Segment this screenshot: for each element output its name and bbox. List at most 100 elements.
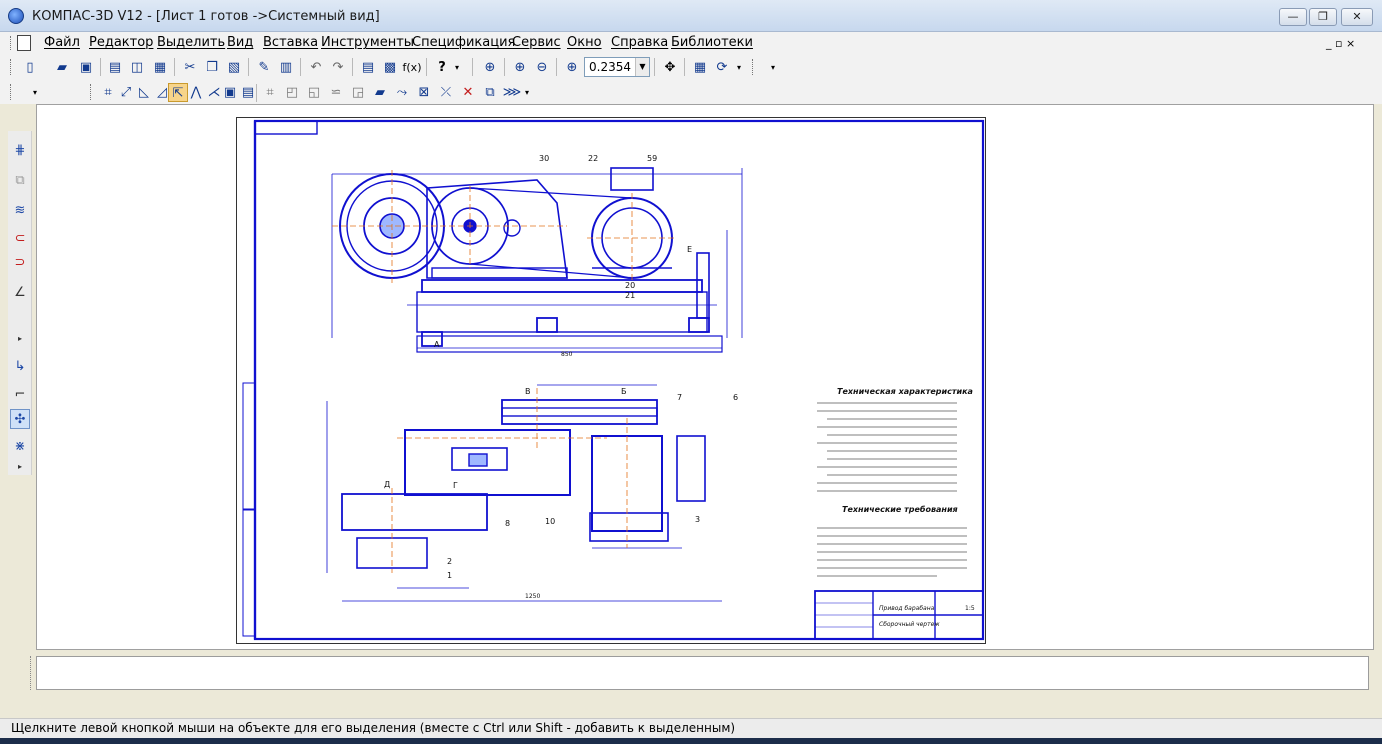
kompas-app-icon[interactable] bbox=[8, 8, 24, 24]
leader-label: 6 bbox=[733, 393, 738, 402]
measure-icon[interactable]: ∠ bbox=[10, 283, 30, 303]
select-cut-icon[interactable]: ⤢ bbox=[116, 83, 136, 102]
os-taskbar bbox=[0, 738, 1382, 744]
window-title: КОМПАС-3D V12 - [Лист 1 готов ->Системны… bbox=[32, 9, 380, 24]
refresh-icon[interactable]: ⟳ bbox=[712, 58, 732, 77]
toolbar-overflow-icon[interactable]: ▾ bbox=[734, 58, 744, 77]
select-active-icon[interactable]: ⇱ bbox=[168, 83, 188, 102]
select-layer-icon[interactable]: ◺ bbox=[134, 83, 154, 102]
context-help-icon[interactable]: ? bbox=[432, 58, 452, 77]
toolbar-grip[interactable] bbox=[90, 84, 93, 100]
separator bbox=[684, 58, 685, 76]
spec-icon[interactable]: ↳ bbox=[10, 357, 30, 377]
title-block-doc-type: Сборочный чертеж bbox=[879, 621, 940, 628]
select-view-icon[interactable]: ▣ bbox=[220, 83, 240, 102]
parametrization-icon[interactable]: ⊃ bbox=[10, 253, 30, 273]
tech-char-title: Техническая характеристика bbox=[837, 387, 973, 396]
designations-icon[interactable]: ≋ bbox=[10, 201, 30, 221]
manager-icon[interactable]: ▤ bbox=[358, 58, 378, 77]
expand-arrow-icon[interactable]: ▸ bbox=[10, 329, 30, 349]
reports-icon[interactable]: ⌐ bbox=[10, 385, 30, 405]
delete-selection-icon[interactable]: ✕ bbox=[458, 83, 478, 102]
menu-insert[interactable]: Вставка bbox=[263, 35, 318, 50]
deselect-style-icon[interactable]: ◲ bbox=[348, 83, 368, 102]
expand-more-icon[interactable]: ▸ bbox=[10, 457, 30, 477]
menu-libraries[interactable]: Библиотеки bbox=[671, 35, 753, 50]
deselect-all-icon[interactable]: ⤫ bbox=[436, 83, 456, 102]
menu-edit[interactable]: Редактор bbox=[89, 35, 153, 50]
status-hint: Щелкните левой кнопкой мыши на объекте д… bbox=[11, 721, 736, 735]
deselect-layer-icon[interactable]: ◱ bbox=[304, 83, 324, 102]
select-polyline-icon[interactable]: ⋀ bbox=[186, 83, 206, 102]
leader-label: 21 bbox=[625, 291, 635, 300]
drawing-sheet[interactable]: 30 22 59 20 21 Е А 850 7 6 В Б Д Г 8 10 … bbox=[236, 117, 986, 644]
zoom-out-icon[interactable]: ⊖ bbox=[532, 58, 552, 77]
menu-grip[interactable] bbox=[10, 36, 13, 50]
tech-req-title: Технические требования bbox=[842, 504, 958, 514]
open-folder-icon[interactable]: ▰ bbox=[52, 58, 72, 77]
save-icon[interactable]: ▣ bbox=[76, 58, 96, 77]
selection-icon[interactable]: ✣ bbox=[10, 409, 30, 429]
toolbar-grip[interactable] bbox=[752, 59, 755, 75]
toolbar-overflow-icon[interactable]: ▾ bbox=[522, 83, 532, 102]
toolbar-grip[interactable] bbox=[10, 84, 13, 100]
properties-icon[interactable]: ▦ bbox=[150, 58, 170, 77]
associative-views-icon[interactable]: ⋇ bbox=[10, 437, 30, 457]
deselect-polyline-icon[interactable]: ⤳ bbox=[392, 83, 412, 102]
dimensions-icon[interactable]: ⧉ bbox=[10, 171, 30, 191]
show-all-icon[interactable]: ▦ bbox=[690, 58, 710, 77]
toolbar-overflow-icon[interactable]: ▾ bbox=[30, 83, 40, 102]
toolbar-overflow-icon[interactable]: ▾ bbox=[768, 58, 778, 77]
cut-icon[interactable]: ✂ bbox=[180, 58, 200, 77]
leader-label: 20 bbox=[625, 281, 635, 290]
variables-fx-icon[interactable]: f(x) bbox=[402, 58, 422, 77]
edit-icon[interactable]: ⊂ bbox=[10, 229, 30, 249]
select-by-params-icon[interactable]: ⋙ bbox=[502, 83, 522, 102]
undo-icon[interactable]: ↶ bbox=[306, 58, 326, 77]
toolbar-grip[interactable] bbox=[10, 59, 13, 75]
zoom-scale-field[interactable]: 0.2354 ▼ bbox=[584, 57, 650, 77]
print-icon[interactable]: ▤ bbox=[105, 58, 125, 77]
document-icon[interactable] bbox=[17, 35, 31, 51]
menu-file[interactable]: Файл bbox=[44, 35, 80, 50]
geometry-icon[interactable]: ⋕ bbox=[10, 141, 30, 161]
deselect-frame-icon[interactable]: ⌗ bbox=[260, 83, 280, 102]
library-manager-icon[interactable]: ▩ bbox=[380, 58, 400, 77]
chevron-down-icon[interactable]: ▼ bbox=[635, 58, 649, 76]
mdi-controls[interactable]: _ ▫ × bbox=[1326, 37, 1355, 50]
deselect-object-icon[interactable]: ⋍ bbox=[326, 83, 346, 102]
new-document-icon[interactable]: ▯ bbox=[20, 58, 40, 77]
menu-tools[interactable]: Инструменты bbox=[321, 35, 414, 50]
invert-selection-icon[interactable]: ⧉ bbox=[480, 83, 500, 102]
menu-help[interactable]: Справка bbox=[611, 35, 668, 50]
menu-view[interactable]: Вид bbox=[227, 35, 253, 50]
deselect-view-icon[interactable]: ▰ bbox=[370, 83, 390, 102]
zoom-scale-icon[interactable]: ⊕ bbox=[562, 58, 582, 77]
toolbar-overflow-icon[interactable]: ▾ bbox=[452, 58, 462, 77]
restore-button[interactable]: ❐ bbox=[1309, 8, 1337, 26]
format-painter-icon[interactable]: ✎ bbox=[254, 58, 274, 77]
deselect-cut-icon[interactable]: ◰ bbox=[282, 83, 302, 102]
print-preview-icon[interactable]: ◫ bbox=[127, 58, 147, 77]
select-by-frame-icon[interactable]: ⌗ bbox=[98, 83, 118, 102]
separator bbox=[174, 58, 175, 76]
deselect-sheet-icon[interactable]: ⊠ bbox=[414, 83, 434, 102]
pan-icon[interactable]: ✥ bbox=[660, 58, 680, 77]
clipboard-list-icon[interactable]: ▥ bbox=[276, 58, 296, 77]
property-panel-grip[interactable] bbox=[30, 656, 34, 690]
paste-icon[interactable]: ▧ bbox=[224, 58, 244, 77]
redo-icon[interactable]: ↷ bbox=[328, 58, 348, 77]
select-sheet-icon[interactable]: ▤ bbox=[238, 83, 258, 102]
menu-select[interactable]: Выделить bbox=[157, 35, 225, 50]
zoom-window-icon[interactable]: ⊕ bbox=[480, 58, 500, 77]
menu-service[interactable]: Сервис bbox=[512, 35, 561, 50]
menu-specification[interactable]: Спецификация bbox=[412, 35, 515, 50]
dimension-label: 1250 bbox=[525, 593, 540, 600]
leader-label: 1 bbox=[447, 571, 452, 580]
menu-window[interactable]: Окно bbox=[567, 35, 602, 50]
zoom-in-icon[interactable]: ⊕ bbox=[510, 58, 530, 77]
close-button[interactable]: ✕ bbox=[1341, 8, 1373, 26]
minimize-button[interactable]: — bbox=[1279, 8, 1307, 26]
copy-icon[interactable]: ❐ bbox=[202, 58, 222, 77]
property-panel[interactable] bbox=[36, 656, 1369, 690]
